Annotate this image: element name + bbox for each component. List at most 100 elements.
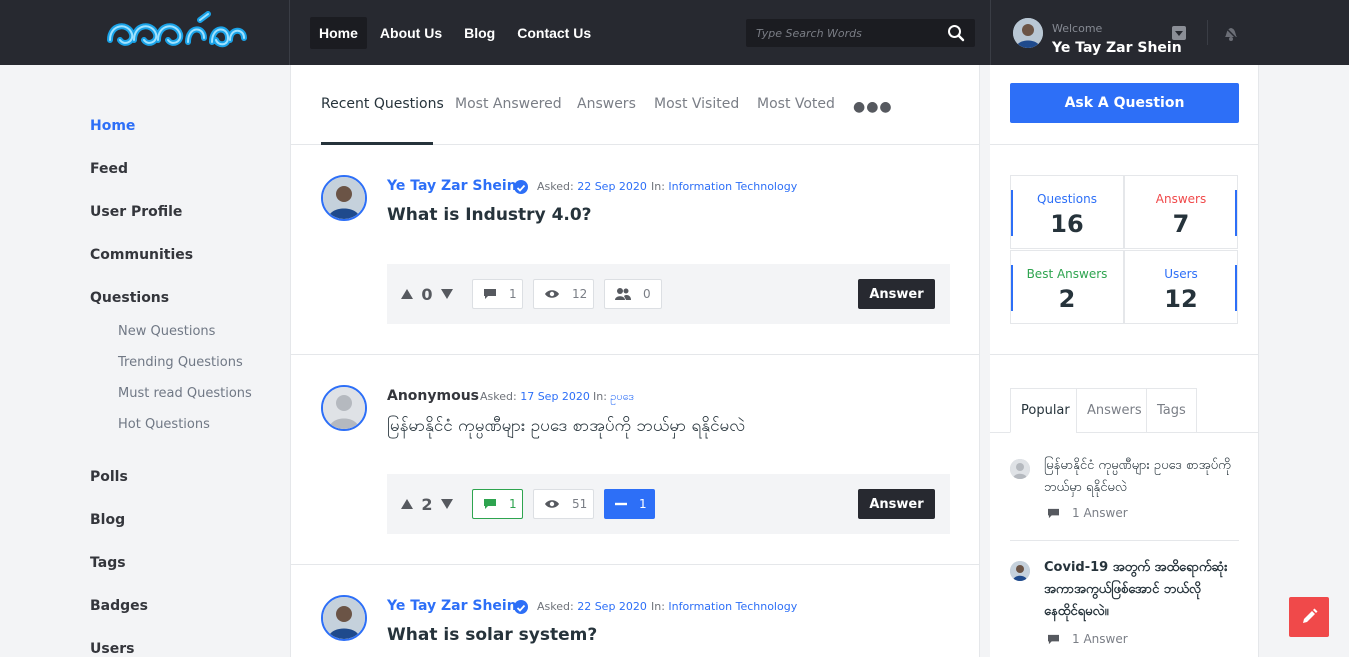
vote-count: 0 <box>421 284 433 304</box>
notification-bell-icon[interactable] <box>1222 24 1240 42</box>
widget-tab-popular[interactable]: Popular <box>1010 388 1081 433</box>
question-date[interactable]: 22 Sep 2020 <box>577 600 647 613</box>
stat-label: Users <box>1164 267 1198 281</box>
question-category[interactable]: Information Technology <box>668 600 797 613</box>
sidebar-item-feed[interactable]: Feed <box>90 161 128 177</box>
nav-home[interactable]: Home <box>310 17 367 49</box>
chevron-down-icon[interactable] <box>1172 26 1186 40</box>
vote-up-icon[interactable] <box>401 289 413 299</box>
sidebar-subitem-trending-questions[interactable]: Trending Questions <box>118 355 243 370</box>
anonymous-avatar-icon <box>1010 459 1030 479</box>
user-menu[interactable]: Welcome Ye Tay Zar Shein <box>990 0 1349 65</box>
verified-badge-icon <box>514 600 528 614</box>
question-footer: 0 1 12 0 Answer <box>387 264 950 324</box>
vote-count: 2 <box>421 494 433 514</box>
floating-edit-button[interactable] <box>1289 597 1329 637</box>
tab-answers[interactable]: Answers <box>577 96 636 112</box>
popular-answer-count[interactable]: 1 Answer <box>1047 632 1128 646</box>
stat-accent-bar <box>1235 265 1237 311</box>
stat-accent-bar <box>1011 265 1013 311</box>
author-avatar[interactable] <box>321 595 367 641</box>
search-input[interactable] <box>746 19 936 47</box>
sidebar-item-blog[interactable]: Blog <box>90 512 125 528</box>
vote-up-icon[interactable] <box>401 499 413 509</box>
nav-blog[interactable]: Blog <box>455 17 504 49</box>
author-avatar <box>321 385 367 431</box>
answer-button[interactable]: Answer <box>858 279 935 309</box>
widget-tab-answers[interactable]: Answers <box>1076 388 1153 433</box>
question-author[interactable]: Ye Tay Zar Shein <box>387 598 517 614</box>
question-category[interactable]: ဥပဒေ <box>610 390 634 403</box>
main-nav: Home About Us Blog Contact Us <box>310 17 600 49</box>
question-title[interactable]: မြန်မာနိုင်ငံ ကုမ္ပဏီများ ဥပဒေ စာအုပ်ကို… <box>387 415 745 440</box>
question-tabs: Recent Questions Most Answered Answers M… <box>291 65 980 145</box>
user-avatar[interactable] <box>1013 18 1043 48</box>
site-logo[interactable] <box>104 10 248 56</box>
search-icon[interactable] <box>947 24 965 42</box>
stat-answers: Answers 7 <box>1124 175 1238 249</box>
pencil-icon <box>1303 608 1318 623</box>
tab-most-visited[interactable]: Most Visited <box>654 96 739 112</box>
widget-tab-tags[interactable]: Tags <box>1146 388 1197 433</box>
answer-button[interactable]: Answer <box>858 489 935 519</box>
question-category[interactable]: Information Technology <box>668 180 797 193</box>
vote-down-icon[interactable] <box>441 499 453 509</box>
ask-question-button[interactable]: Ask A Question <box>1010 83 1239 123</box>
nav-contact-us[interactable]: Contact Us <box>508 17 600 49</box>
stat-label: Questions <box>1037 192 1097 206</box>
question-date[interactable]: 22 Sep 2020 <box>577 180 647 193</box>
tab-most-answered[interactable]: Most Answered <box>455 96 562 112</box>
question-asked-meta: Asked: 22 Sep 2020 <box>537 600 647 613</box>
stat-value: 12 <box>1164 285 1198 313</box>
popular-avatar <box>1010 561 1030 581</box>
question-title[interactable]: What is solar system? <box>387 625 597 645</box>
sidebar-item-tags[interactable]: Tags <box>90 555 126 571</box>
popular-avatar <box>1010 459 1030 479</box>
popular-answer-count[interactable]: 1 Answer <box>1047 506 1128 520</box>
question-title[interactable]: What is Industry 4.0? <box>387 205 592 225</box>
followers-count[interactable]: 1 <box>604 489 655 519</box>
sidebar-item-badges[interactable]: Badges <box>90 598 148 614</box>
minus-icon <box>615 502 627 506</box>
top-header: Home About Us Blog Contact Us Welcome Ye… <box>0 0 1349 65</box>
right-sidebar: Ask A Question Questions 16 Answers 7 Be… <box>990 65 1259 657</box>
tab-recent-questions[interactable]: Recent Questions <box>321 96 444 112</box>
popular-title[interactable]: မြန်မာနိုင်ငံ ကုမ္ပဏီများ ဥပဒေ စာအုပ်ကို… <box>1044 455 1239 499</box>
sidebar-item-user-profile[interactable]: User Profile <box>90 204 182 220</box>
stat-accent-bar <box>1011 190 1013 236</box>
user-name[interactable]: Ye Tay Zar Shein <box>1052 40 1182 56</box>
header-divider <box>1207 20 1208 45</box>
question-author[interactable]: Ye Tay Zar Shein <box>387 178 517 194</box>
comment-icon <box>1048 634 1059 644</box>
stat-value: 2 <box>1058 285 1076 313</box>
comments-count[interactable]: 1 <box>472 279 523 309</box>
sidebar-subitem-new-questions[interactable]: New Questions <box>118 324 215 339</box>
sidebar-item-communities[interactable]: Communities <box>90 247 193 263</box>
vote-control: 0 <box>401 284 453 304</box>
verified-badge-icon <box>514 180 528 194</box>
stat-label: Best Answers <box>1026 267 1108 281</box>
author-avatar[interactable] <box>321 175 367 221</box>
sidebar-item-questions[interactable]: Questions <box>90 290 169 306</box>
comments-count[interactable]: 1 <box>472 489 523 519</box>
question-card: Anonymous Asked: 17 Sep 2020 In: ဥပဒေ မြ… <box>291 355 980 565</box>
question-asked-meta: Asked: 17 Sep 2020 <box>480 390 590 403</box>
tab-most-voted[interactable]: Most Voted <box>757 96 835 112</box>
sidebar-subitem-hot-questions[interactable]: Hot Questions <box>118 417 210 432</box>
followers-count[interactable]: 0 <box>604 279 662 309</box>
main-content: Recent Questions Most Answered Answers M… <box>290 65 980 657</box>
question-asked-meta: Asked: 22 Sep 2020 <box>537 180 647 193</box>
popular-title[interactable]: Covid-19 အတွက် အထိရောက်ဆုံး အကာအကွယ်ဖြစ်… <box>1044 557 1239 623</box>
comment-icon <box>1048 508 1059 518</box>
stat-accent-bar <box>1235 190 1237 236</box>
nav-about-us[interactable]: About Us <box>371 17 451 49</box>
anonymous-avatar-icon <box>323 387 365 429</box>
sidebar-item-home[interactable]: Home <box>90 118 135 134</box>
question-date[interactable]: 17 Sep 2020 <box>520 390 590 403</box>
sidebar-subitem-must-read-questions[interactable]: Must read Questions <box>118 386 252 401</box>
sidebar-item-users[interactable]: Users <box>90 641 134 657</box>
more-tabs-icon[interactable]: ●●● <box>853 99 893 115</box>
sidebar-item-polls[interactable]: Polls <box>90 469 128 485</box>
user-avatar-image <box>1013 18 1043 48</box>
vote-down-icon[interactable] <box>441 289 453 299</box>
